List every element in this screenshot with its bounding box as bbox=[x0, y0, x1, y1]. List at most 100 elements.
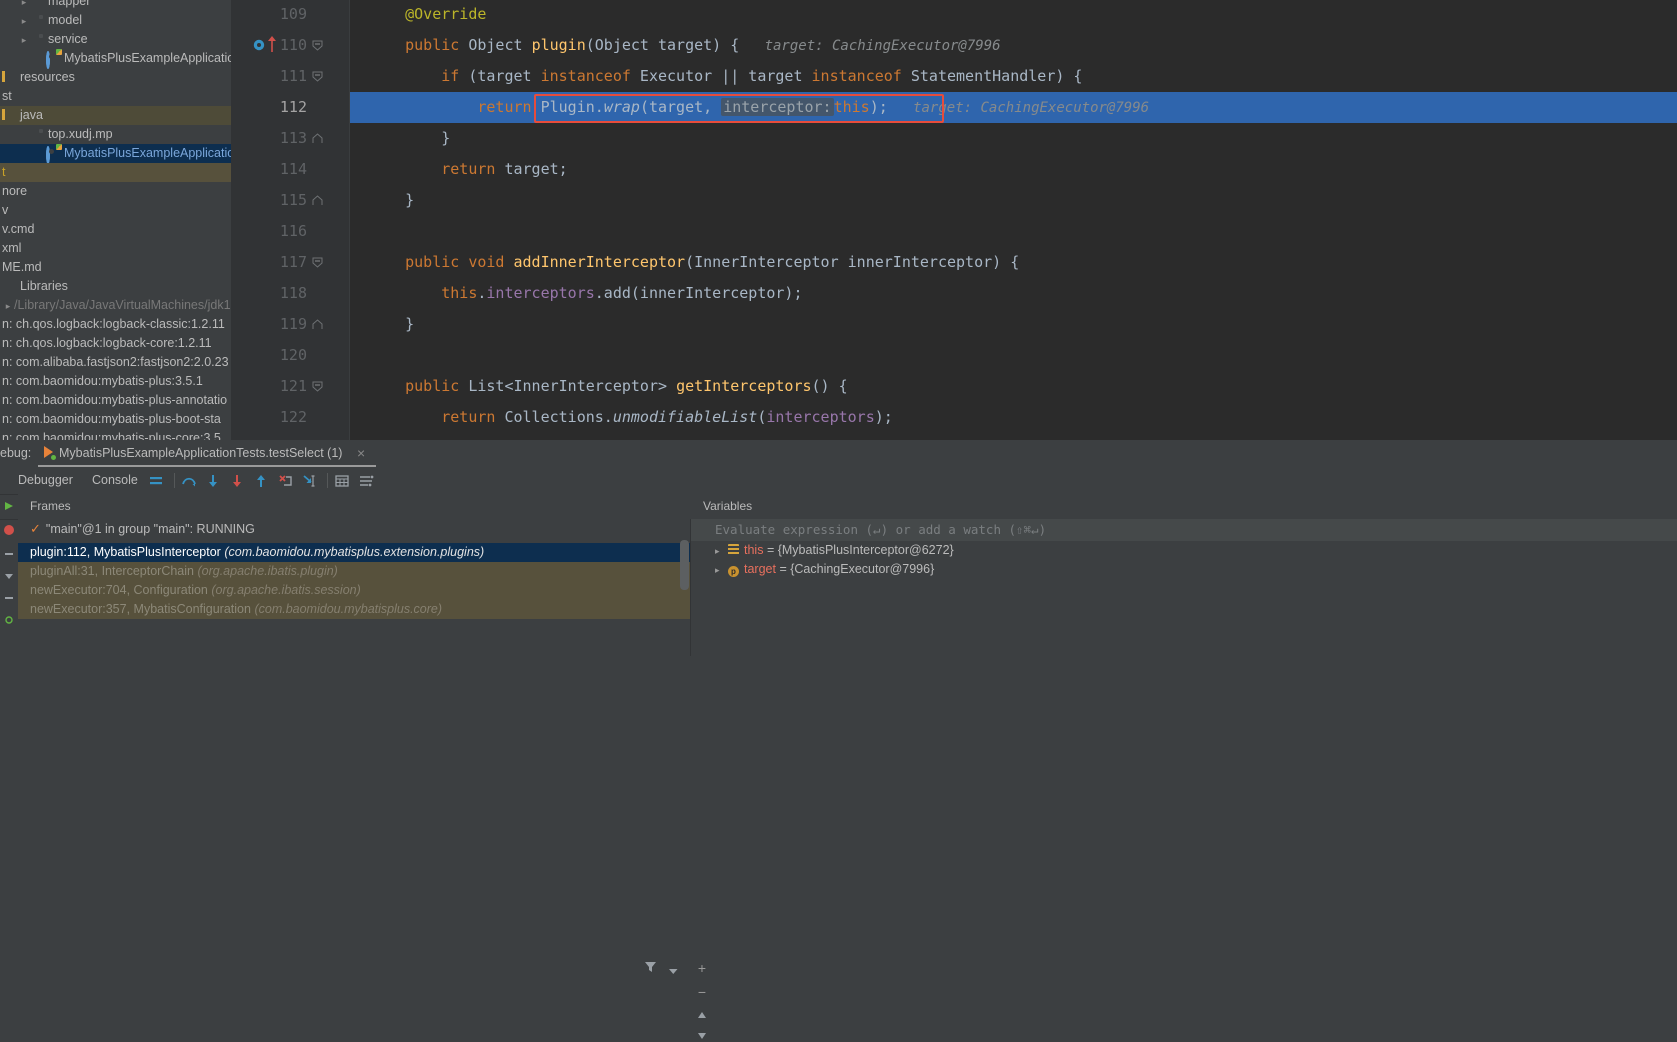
code-line[interactable]: return target; bbox=[349, 154, 567, 185]
frame-row[interactable]: newExecutor:357, MybatisConfiguration (c… bbox=[18, 600, 690, 619]
editor-code-area[interactable]: @Override public Object plugin(Object ta… bbox=[349, 0, 1677, 440]
thread-row[interactable]: ✓ "main"@1 in group "main": RUNNING bbox=[18, 519, 690, 538]
code-line[interactable] bbox=[349, 216, 369, 247]
code-line[interactable]: if (target instanceof Executor || target… bbox=[349, 61, 1082, 92]
tree-item[interactable]: v bbox=[0, 201, 231, 220]
fold-collapse-icon[interactable] bbox=[312, 71, 323, 82]
layout-settings-icon[interactable] bbox=[358, 473, 374, 489]
frame-row[interactable]: pluginAll:31, InterceptorChain (org.apac… bbox=[18, 562, 690, 581]
debug-session-tab[interactable]: MybatisPlusExampleApplicationTests.testS… bbox=[38, 440, 348, 467]
tree-item[interactable]: n: com.baomidou:mybatis-plus:3.5.1 bbox=[0, 372, 231, 391]
variable-row[interactable]: ▸ p target = {CachingExecutor@7996} bbox=[691, 560, 1677, 579]
code-line[interactable]: } bbox=[349, 185, 414, 216]
code-line[interactable]: return Plugin.wrap(target, interceptor: t… bbox=[349, 92, 1149, 123]
tree-item[interactable]: n: com.baomidou:mybatis-plus-annotatio bbox=[0, 391, 231, 410]
code-line[interactable]: return Collections.unmodifiableList(inte… bbox=[349, 402, 893, 433]
code-line[interactable]: public Object plugin(Object target) { ta… bbox=[349, 30, 1000, 61]
code-line[interactable]: this.interceptors.add(innerInterceptor); bbox=[349, 278, 802, 309]
line-number: 121 bbox=[279, 377, 307, 395]
chevron-right-icon[interactable]: ▸ bbox=[18, 31, 30, 50]
tree-item[interactable]: ▸/Library/Java/JavaVirtualMachines/jdk1 bbox=[0, 296, 231, 315]
move-watch-up-icon[interactable] bbox=[695, 1007, 709, 1021]
tree-item[interactable]: st bbox=[0, 87, 231, 106]
tree-item[interactable]: ▸ mapper bbox=[0, 0, 231, 11]
show-execution-point-icon[interactable] bbox=[148, 473, 164, 489]
fold-collapse-icon[interactable] bbox=[312, 257, 323, 268]
tree-item[interactable]: top.xudj.mp bbox=[0, 125, 231, 144]
fold-end-icon[interactable] bbox=[312, 195, 323, 206]
tree-item[interactable]: v.cmd bbox=[0, 220, 231, 239]
frames-filter-icon[interactable] bbox=[644, 961, 657, 973]
fold-collapse-icon[interactable] bbox=[312, 40, 323, 51]
tree-item[interactable]: n: ch.qos.logback:logback-classic:1.2.11 bbox=[0, 315, 231, 334]
tree-item[interactable]: MybatisPlusExampleApplicationTes bbox=[0, 144, 231, 164]
run-to-cursor-icon[interactable] bbox=[301, 473, 317, 489]
tab-console[interactable]: Console bbox=[92, 467, 138, 494]
force-step-into-icon[interactable] bbox=[229, 473, 245, 489]
tree-item[interactable]: java bbox=[0, 106, 231, 125]
chevron-right-icon[interactable]: ▸ bbox=[18, 12, 30, 31]
stop-icon[interactable] bbox=[3, 524, 15, 536]
code-line[interactable]: public List<InnerInterceptor> getInterce… bbox=[349, 371, 848, 402]
tree-item[interactable]: ▸ service bbox=[0, 30, 231, 49]
code-line[interactable] bbox=[349, 340, 369, 371]
fold-collapse-icon[interactable] bbox=[312, 381, 323, 392]
code-line[interactable]: } bbox=[349, 123, 450, 154]
editor-fold-column[interactable] bbox=[317, 0, 350, 440]
breakpoint-icon[interactable] bbox=[253, 39, 265, 51]
tree-item[interactable]: nore bbox=[0, 182, 231, 201]
mute-breakpoints-icon[interactable] bbox=[3, 592, 15, 604]
project-tree-panel[interactable]: ▸ mapper ▸ model ▸ service MybatisPlusExampleA… bbox=[0, 0, 231, 440]
drop-frame-icon[interactable] bbox=[277, 473, 293, 489]
frames-list[interactable]: ✓ "main"@1 in group "main": RUNNING plugin… bbox=[18, 519, 690, 656]
expand-variable-icon[interactable]: ▸ bbox=[715, 561, 723, 580]
tree-item-label: n: com.alibaba.fastjson2:fastjson2:2.0.2… bbox=[2, 355, 229, 369]
variable-row[interactable]: ▸ this = {MybatisPlusInterceptor@6272} bbox=[691, 541, 1677, 560]
close-session-tab-icon[interactable]: × bbox=[357, 440, 365, 467]
remove-watch-icon[interactable]: − bbox=[695, 985, 709, 999]
frame-row[interactable]: plugin:112, MybatisPlusInterceptor (com.… bbox=[18, 543, 690, 562]
code-line[interactable]: @Override bbox=[349, 0, 486, 30]
chevron-right-icon[interactable]: ▸ bbox=[2, 297, 14, 316]
resume-program-icon[interactable] bbox=[3, 548, 15, 560]
tree-item[interactable]: n: com.baomidou:mybatis-plus-core:3.5. bbox=[0, 429, 231, 440]
fold-end-icon[interactable] bbox=[312, 319, 323, 330]
watch-input-row[interactable]: Evaluate expression (↵) or add a watch (… bbox=[691, 519, 1677, 541]
tree-item[interactable]: n: com.baomidou:mybatis-plus-boot-sta bbox=[0, 410, 231, 429]
rerun-icon[interactable] bbox=[3, 500, 15, 512]
tree-item[interactable]: t bbox=[0, 163, 231, 182]
frames-dropdown-icon[interactable] bbox=[668, 964, 681, 976]
tree-item-label: n: com.baomidou:mybatis-plus:3.5.1 bbox=[2, 374, 203, 388]
tree-item[interactable]: resources bbox=[0, 68, 231, 87]
variable-value: = {MybatisPlusInterceptor@6272} bbox=[766, 543, 954, 557]
fold-end-icon[interactable] bbox=[312, 133, 323, 144]
code-line[interactable]: } bbox=[349, 309, 414, 340]
step-out-icon[interactable] bbox=[253, 473, 269, 489]
settings-icon[interactable] bbox=[3, 614, 15, 626]
frames-scrollbar[interactable] bbox=[680, 540, 689, 590]
variables-list[interactable]: Evaluate expression (↵) or add a watch (… bbox=[691, 519, 1677, 656]
code-line[interactable]: public void addInnerInterceptor(InnerInt… bbox=[349, 247, 1019, 278]
tree-item-label: mapper bbox=[48, 0, 91, 8]
tree-item[interactable]: n: ch.qos.logback:logback-core:1.2.11 bbox=[0, 334, 231, 353]
add-watch-icon[interactable]: + bbox=[695, 961, 709, 975]
tree-item[interactable]: xml bbox=[0, 239, 231, 258]
tree-item[interactable]: ▸ model bbox=[0, 11, 231, 30]
tree-item[interactable]: MybatisPlusExampleApplication bbox=[0, 49, 231, 69]
evaluate-expression-input[interactable]: Evaluate expression (↵) or add a watch (… bbox=[715, 519, 1046, 541]
expand-variable-icon[interactable]: ▸ bbox=[715, 542, 723, 561]
tree-item-label: service bbox=[48, 32, 88, 46]
frame-row[interactable]: newExecutor:704, Configuration (org.apac… bbox=[18, 581, 690, 600]
tree-item[interactable]: ME.md bbox=[0, 258, 231, 277]
tree-item[interactable]: Libraries bbox=[0, 277, 231, 296]
folder-icon bbox=[30, 0, 44, 7]
move-watch-down-icon[interactable] bbox=[695, 1028, 709, 1042]
step-into-icon[interactable] bbox=[205, 473, 221, 489]
evaluate-expression-icon[interactable] bbox=[334, 473, 350, 489]
code-editor[interactable]: @Override public Object plugin(Object ta… bbox=[231, 0, 1677, 440]
step-over-icon[interactable] bbox=[181, 473, 197, 489]
pause-program-icon[interactable] bbox=[3, 570, 15, 582]
tree-item[interactable]: n: com.alibaba.fastjson2:fastjson2:2.0.2… bbox=[0, 353, 231, 372]
run-to-line-arrow-icon[interactable] bbox=[267, 35, 277, 53]
tab-debugger[interactable]: Debugger bbox=[18, 467, 73, 494]
